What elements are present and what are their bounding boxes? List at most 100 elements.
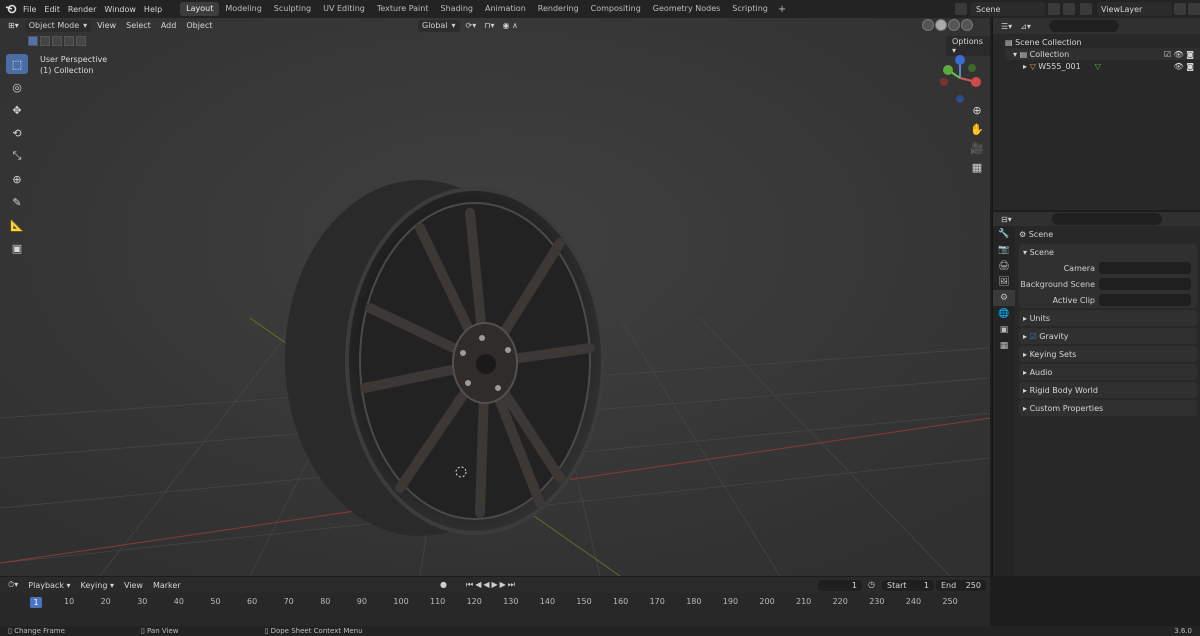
menu-help[interactable]: Help	[144, 5, 162, 14]
editor-type-icon[interactable]: ⊞▾	[8, 21, 19, 30]
snap-icon[interactable]: ⊓▾	[484, 21, 494, 30]
orientation-dropdown[interactable]: Global ▾	[418, 19, 460, 32]
viewport-menu-object[interactable]: Object	[186, 21, 212, 30]
viewport-menu-view[interactable]: View	[97, 21, 116, 30]
3d-viewport[interactable]: ⊞▾ Object Mode ▾ View Select Add Object G…	[0, 18, 990, 576]
rigid-body-world-panel[interactable]: ▸ Rigid Body World	[1019, 382, 1197, 398]
camera-field[interactable]	[1099, 262, 1191, 274]
scene-tab-icon[interactable]: ⚙	[993, 290, 1015, 306]
blender-logo-icon[interactable]	[5, 3, 17, 15]
menu-render[interactable]: Render	[68, 5, 96, 14]
move-tool-icon[interactable]: ✥	[6, 100, 28, 120]
menu-window[interactable]: Window	[104, 5, 136, 14]
new-view-layer-icon[interactable]	[1174, 3, 1186, 15]
select-extend-icon[interactable]	[40, 36, 50, 46]
view-layer-selector[interactable]: ViewLayer	[1097, 2, 1172, 16]
tool-tab-icon[interactable]: 🔧	[993, 226, 1015, 242]
wireframe-shading-icon[interactable]	[922, 19, 934, 31]
menu-edit[interactable]: Edit	[44, 5, 60, 14]
timeline-menu-keying[interactable]: Keying ▾	[81, 581, 114, 590]
visibility-eye-icon[interactable]: 👁 ◙	[1174, 62, 1194, 71]
annotate-tool-icon[interactable]: ✎	[6, 192, 28, 212]
active-clip-field[interactable]	[1099, 294, 1191, 306]
delete-scene-icon[interactable]	[1063, 3, 1075, 15]
keying-sets-panel[interactable]: ▸ Keying Sets	[1019, 346, 1197, 362]
perspective-grid-icon[interactable]: ▦	[968, 161, 986, 180]
tab-layout[interactable]: Layout	[180, 2, 220, 16]
delete-view-layer-icon[interactable]	[1188, 3, 1200, 15]
gravity-checkbox[interactable]: ☑	[1030, 332, 1040, 341]
solid-shading-icon[interactable]	[935, 19, 947, 31]
rendered-shading-icon[interactable]	[961, 19, 973, 31]
outliner-row-collection[interactable]: ▾ ▤ Collection ☑ 👁 ◙	[1005, 48, 1200, 60]
select-invert-icon[interactable]	[64, 36, 74, 46]
outliner-editor-icon[interactable]: ☰▾	[1001, 22, 1012, 31]
background-scene-field[interactable]	[1099, 278, 1191, 290]
world-tab-icon[interactable]: 🌐	[993, 306, 1015, 322]
view-layer-browse-icon[interactable]	[1080, 3, 1092, 15]
timeline-menu-view[interactable]: View	[124, 581, 143, 590]
select-intersect-icon[interactable]	[76, 36, 86, 46]
add-cube-tool-icon[interactable]: ▣	[6, 238, 28, 258]
outliner-search-input[interactable]	[1048, 20, 1119, 32]
pivot-icon[interactable]: ⟳▾	[466, 21, 477, 30]
measure-tool-icon[interactable]: 📐	[6, 215, 28, 235]
viewport-menu-select[interactable]: Select	[126, 21, 151, 30]
tab-texture-paint[interactable]: Texture Paint	[371, 2, 435, 16]
end-frame-field[interactable]: End 250	[936, 580, 986, 591]
start-frame-field[interactable]: Start 1	[882, 580, 934, 591]
tab-modeling[interactable]: Modeling	[219, 2, 267, 16]
tab-geometry-nodes[interactable]: Geometry Nodes	[647, 2, 726, 16]
collection-tab-icon[interactable]: ▣	[993, 322, 1015, 338]
scale-tool-icon[interactable]: ⤡	[6, 146, 28, 166]
clock-icon[interactable]: ◷	[868, 580, 875, 589]
tab-uv-editing[interactable]: UV Editing	[317, 2, 371, 16]
viewport-menu-add[interactable]: Add	[161, 21, 177, 30]
rotate-tool-icon[interactable]: ⟲	[6, 123, 28, 143]
playhead[interactable]: 1	[30, 597, 42, 608]
scene-browse-icon[interactable]	[955, 3, 967, 15]
tab-shading[interactable]: Shading	[434, 2, 479, 16]
record-icon[interactable]: ●	[440, 580, 447, 589]
mode-dropdown[interactable]: Object Mode ▾	[24, 19, 92, 32]
zoom-icon[interactable]: ⊕	[968, 104, 986, 123]
tab-compositing[interactable]: Compositing	[585, 2, 647, 16]
proportional-edit-icon[interactable]: ◉ ∧	[503, 21, 518, 30]
add-workspace-icon[interactable]: +	[778, 4, 786, 15]
outliner-row-object[interactable]: ▸ ▽ W555_001 ▽ 👁 ◙	[1005, 60, 1200, 72]
gravity-panel[interactable]: ▸ ☑ Gravity	[1019, 328, 1197, 344]
audio-panel[interactable]: ▸ Audio	[1019, 364, 1197, 380]
output-tab-icon[interactable]: 🖨	[993, 258, 1015, 274]
pan-hand-icon[interactable]: ✋	[968, 123, 986, 142]
texture-tab-icon[interactable]: ▦	[993, 338, 1015, 354]
camera-view-icon[interactable]: 🎥	[968, 142, 986, 161]
properties-search-input[interactable]	[1051, 213, 1162, 225]
cursor-tool-icon[interactable]: ◎	[6, 77, 28, 97]
options-button[interactable]: Options ▾	[946, 36, 990, 56]
timeline-editor-icon[interactable]: ⏱▾	[8, 580, 18, 590]
filter-icon[interactable]: ⊿▾	[1020, 22, 1031, 31]
select-box-tool-icon[interactable]: ⬚	[6, 54, 28, 74]
units-panel[interactable]: ▸ Units	[1019, 310, 1197, 326]
playback-controls-icon[interactable]: ⏮◀◀▶▶⏭	[466, 580, 517, 590]
wheel-model[interactable]	[285, 180, 605, 536]
current-frame-field[interactable]: 1	[818, 580, 862, 591]
custom-properties-panel[interactable]: ▸ Custom Properties	[1019, 400, 1197, 416]
tab-rendering[interactable]: Rendering	[532, 2, 585, 16]
tab-animation[interactable]: Animation	[479, 2, 532, 16]
tab-sculpting[interactable]: Sculpting	[268, 2, 317, 16]
select-subtract-icon[interactable]	[52, 36, 62, 46]
outliner-row-scene-collection[interactable]: ▤ Scene Collection	[1005, 36, 1200, 48]
scene-selector[interactable]: Scene	[970, 2, 1045, 16]
visibility-eye-icon[interactable]: ☑ 👁 ◙	[1164, 50, 1194, 59]
view-layer-tab-icon[interactable]: 🖼	[993, 274, 1015, 290]
properties-editor-icon[interactable]: ⊟▾	[1001, 215, 1012, 224]
scene-panel-header[interactable]: ▾ Scene	[1019, 244, 1197, 260]
transform-tool-icon[interactable]: ⊕	[6, 169, 28, 189]
menu-file[interactable]: File	[23, 5, 36, 14]
frame-ruler[interactable]: 10 20 30 40 50 60 70 80 90 100 110 120 130 140 150 160 1…	[0, 597, 990, 609]
timeline-menu-playback[interactable]: Playback ▾	[28, 581, 70, 590]
render-tab-icon[interactable]: 📷	[993, 242, 1015, 258]
timeline-menu-marker[interactable]: Marker	[153, 581, 181, 590]
tab-scripting[interactable]: Scripting	[726, 2, 774, 16]
